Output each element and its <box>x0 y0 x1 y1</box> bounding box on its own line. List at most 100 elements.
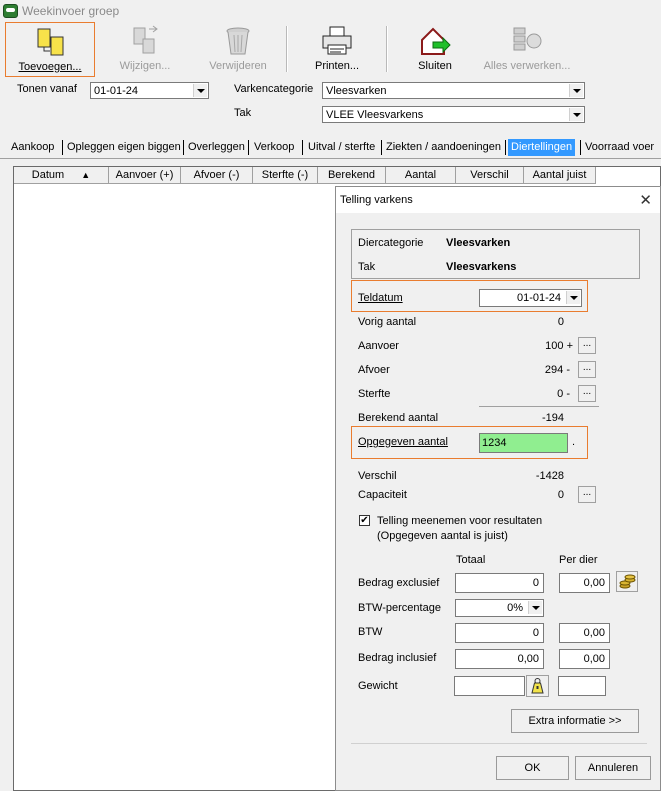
chevron-down-icon[interactable] <box>569 84 583 97</box>
btw-totaal-input[interactable]: 0 <box>455 623 544 643</box>
verschil-value: -1428 <box>535 470 564 482</box>
toolbar-separator <box>286 26 288 72</box>
process-all-icon <box>513 27 542 51</box>
column-header-sterfte[interactable]: Sterfte (-) <box>253 167 318 184</box>
tab-ziekten-aandoeningen[interactable]: Ziekten / aandoeningen <box>383 139 504 156</box>
chevron-down-icon[interactable] <box>193 84 207 97</box>
dialog-divider <box>351 743 647 744</box>
tak-label: Tak <box>234 107 252 119</box>
dialog-title: Telling varkens <box>340 194 413 206</box>
edit-documents-icon <box>133 25 158 54</box>
calculate-button[interactable] <box>616 571 638 592</box>
opgegeven-aantal-value: 1234 <box>482 437 507 449</box>
bedrag-inclusief-totaal-value: 0,00 <box>517 653 539 665</box>
column-header-datum[interactable]: Datum ▲ <box>14 167 109 184</box>
column-header-afvoer[interactable]: Afvoer (-) <box>181 167 253 184</box>
btw-percentage-combo[interactable]: 0% <box>455 599 544 617</box>
aanvoer-details-button[interactable]: ... <box>578 337 596 354</box>
chevron-down-icon[interactable] <box>566 291 580 304</box>
btw-per-dier-input[interactable]: 0,00 <box>559 623 610 643</box>
sterfte-value: 0 - <box>557 388 570 400</box>
teldatum-datepicker[interactable]: 01-01-24 <box>479 289 582 307</box>
varkencategorie-value: Vleesvarken <box>326 85 387 97</box>
berekend-aantal-label: Berekend aantal <box>358 412 439 424</box>
sterfte-label: Sterfte <box>358 388 391 400</box>
bedrag-inclusief-label: Bedrag inclusief <box>358 652 437 664</box>
tab-overleggen[interactable]: Overleggen <box>185 139 248 156</box>
tab-verkoop[interactable]: Verkoop <box>251 139 297 156</box>
tonen-vanaf-value: 01-01-24 <box>94 85 139 97</box>
verwijderen-label: Verwijderen <box>209 60 267 72</box>
verwijderen-button[interactable]: Verwijderen <box>193 22 283 75</box>
wijzigen-button[interactable]: Wijzigen... <box>100 22 190 75</box>
tak-combo[interactable]: VLEE Vleesvarkens <box>322 106 585 123</box>
tab-separator <box>302 140 303 155</box>
capaciteit-details-button[interactable]: ... <box>578 486 596 503</box>
alles-verwerken-label: Alles verwerken... <box>483 60 571 72</box>
column-header-verschil[interactable]: Verschil <box>456 167 524 184</box>
btw-totaal-value: 0 <box>532 627 539 639</box>
sluiten-label: Sluiten <box>418 60 452 72</box>
tab-separator <box>62 140 63 155</box>
sterfte-details-button[interactable]: ... <box>578 385 596 402</box>
column-header-aantal[interactable]: Aantal <box>386 167 456 184</box>
column-header-label: Datum <box>31 169 65 181</box>
telling-meenemen-label: Telling meenemen voor resultaten <box>377 515 543 527</box>
tak-value: Vleesvarkens <box>446 261 517 273</box>
close-icon[interactable]: ✕ <box>639 191 652 209</box>
tonen-vanaf-combo[interactable]: 01-01-24 <box>90 82 209 99</box>
window-title: Weekinvoer groep <box>22 4 120 18</box>
bedrag-inclusief-per-dier-value: 0,00 <box>583 653 605 665</box>
tab-separator <box>505 140 506 155</box>
sluiten-button[interactable]: Sluiten <box>390 22 480 75</box>
chevron-down-icon[interactable] <box>569 108 583 121</box>
verschil-label: Verschil <box>358 470 397 482</box>
telling-meenemen-checkbox[interactable]: ✔ <box>359 515 370 526</box>
telling-meenemen-sublabel: (Opgegeven aantal is juist) <box>377 530 508 542</box>
gewicht-per-dier-input[interactable] <box>558 676 606 696</box>
dialog-title-bar: Telling varkens ✕ <box>336 187 660 213</box>
printen-button[interactable]: Printen... <box>292 22 382 75</box>
toevoegen-button[interactable]: Toevoegen... <box>5 22 95 77</box>
weigh-button[interactable] <box>526 675 549 697</box>
exit-house-icon <box>421 27 451 55</box>
tab-diertellingen[interactable]: Diertellingen <box>508 139 576 156</box>
extra-informatie-button[interactable]: Extra informatie >> <box>511 709 639 733</box>
afvoer-details-button[interactable]: ... <box>578 361 596 378</box>
bedrag-exclusief-per-dier-input[interactable]: 0,00 <box>559 573 610 593</box>
alles-verwerken-button[interactable]: Alles verwerken... <box>478 22 576 75</box>
tab-voorraad-voer[interactable]: Voorraad voer <box>582 139 657 156</box>
vorig-aantal-label: Vorig aantal <box>358 316 417 328</box>
varkencategorie-combo[interactable]: Vleesvarken <box>322 82 585 99</box>
sum-line <box>479 406 599 407</box>
opgegeven-aantal-input[interactable]: 1234 <box>479 433 568 453</box>
bedrag-exclusief-totaal-input[interactable]: 0 <box>455 573 544 593</box>
coins-icon <box>619 574 636 589</box>
title-bar: Weekinvoer groep <box>0 0 661 22</box>
tab-separator <box>248 140 249 155</box>
chevron-down-icon[interactable] <box>528 601 542 614</box>
weight-icon <box>531 678 544 694</box>
bedrag-inclusief-per-dier-input[interactable]: 0,00 <box>559 649 610 669</box>
annuleren-button[interactable]: Annuleren <box>575 756 651 780</box>
per-dier-column-header: Per dier <box>559 554 598 566</box>
bedrag-exclusief-per-dier-value: 0,00 <box>583 577 605 589</box>
column-header-aanvoer[interactable]: Aanvoer (+) <box>109 167 181 184</box>
bedrag-exclusief-totaal-value: 0 <box>532 577 539 589</box>
ok-button[interactable]: OK <box>496 756 569 780</box>
tab-opleggen-eigen-biggen[interactable]: Opleggen eigen biggen <box>64 139 184 156</box>
aanvoer-label: Aanvoer <box>358 340 399 352</box>
tab-aankoop[interactable]: Aankoop <box>8 139 57 156</box>
tab-uitval-sterfte[interactable]: Uitval / sterfte <box>305 139 378 156</box>
toolbar: Toevoegen... Wijzigen... Verwijderen Pri… <box>0 22 661 77</box>
totaal-column-header: Totaal <box>456 554 486 566</box>
btw-percentage-value: 0% <box>507 602 523 614</box>
tonen-vanaf-label: Tonen vanaf <box>17 83 77 95</box>
printer-icon <box>322 26 352 55</box>
bedrag-exclusief-label: Bedrag exclusief <box>358 577 440 589</box>
gewicht-input[interactable] <box>454 676 525 696</box>
column-header-aantal-juist[interactable]: Aantal juist <box>524 167 596 184</box>
teldatum-label: Teldatum <box>358 292 403 304</box>
column-header-berekend[interactable]: Berekend <box>318 167 386 184</box>
bedrag-inclusief-totaal-input[interactable]: 0,00 <box>455 649 544 669</box>
